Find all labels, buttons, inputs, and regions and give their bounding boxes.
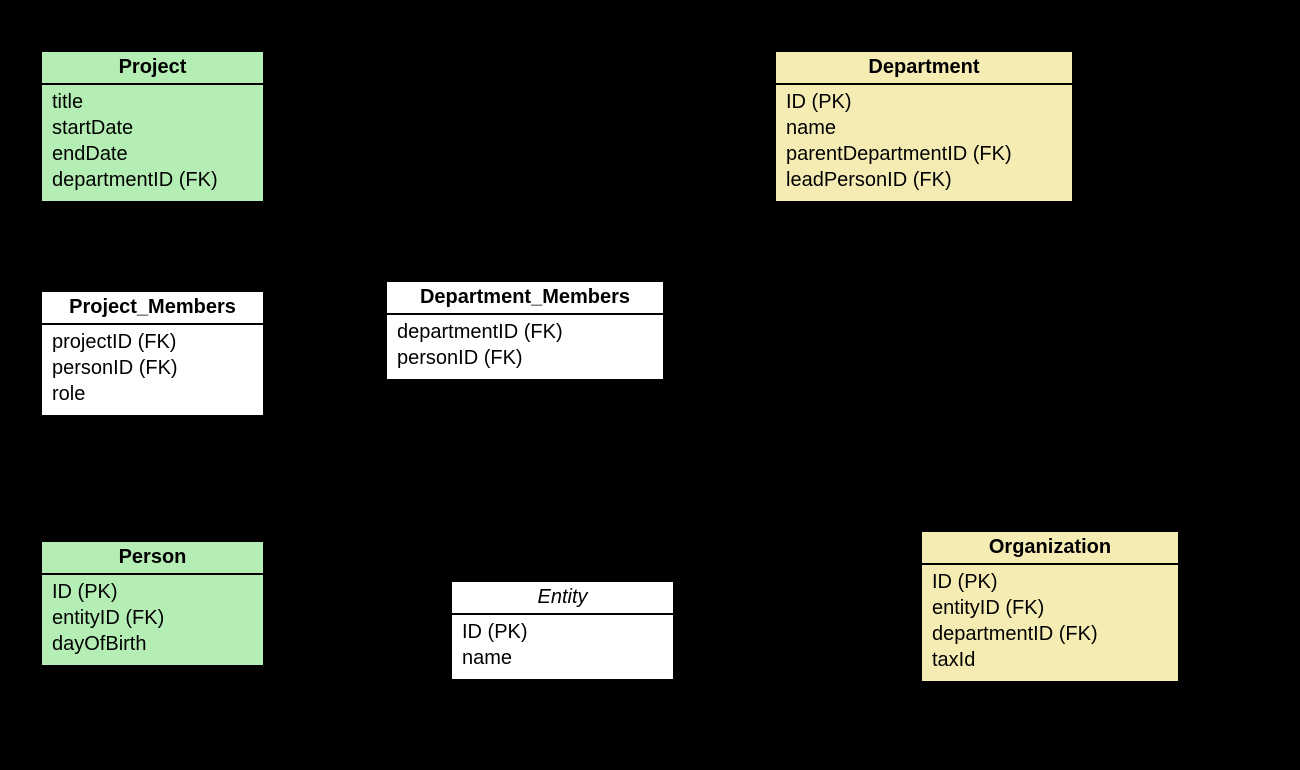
entity-entity: Entity ID (PK) name bbox=[450, 580, 675, 681]
attr: ID (PK) bbox=[932, 569, 1168, 595]
entity-department-members-attrs: departmentID (FK) personID (FK) bbox=[387, 315, 663, 379]
entity-project-members-attrs: projectID (FK) personID (FK) role bbox=[42, 325, 263, 415]
attr: taxId bbox=[932, 647, 1168, 673]
attr: ID (PK) bbox=[52, 579, 253, 605]
attr: startDate bbox=[52, 115, 253, 141]
attr: name bbox=[786, 115, 1062, 141]
entity-person-title: Person bbox=[42, 542, 263, 575]
attr: leadPersonID (FK) bbox=[786, 167, 1062, 193]
attr: ID (PK) bbox=[462, 619, 663, 645]
attr: dayOfBirth bbox=[52, 631, 253, 657]
entity-person-attrs: ID (PK) entityID (FK) dayOfBirth bbox=[42, 575, 263, 665]
attr: departmentID (FK) bbox=[52, 167, 253, 193]
entity-project: Project title startDate endDate departme… bbox=[40, 50, 265, 203]
entity-department-members-title: Department_Members bbox=[387, 282, 663, 315]
attr: departmentID (FK) bbox=[397, 319, 653, 345]
entity-department-attrs: ID (PK) name parentDepartmentID (FK) lea… bbox=[776, 85, 1072, 201]
entity-person: Person ID (PK) entityID (FK) dayOfBirth bbox=[40, 540, 265, 667]
attr: name bbox=[462, 645, 663, 671]
entity-organization-title: Organization bbox=[922, 532, 1178, 565]
attr: entityID (FK) bbox=[932, 595, 1168, 621]
entity-project-attrs: title startDate endDate departmentID (FK… bbox=[42, 85, 263, 201]
attr: personID (FK) bbox=[52, 355, 253, 381]
entity-project-members: Project_Members projectID (FK) personID … bbox=[40, 290, 265, 417]
entity-project-title: Project bbox=[42, 52, 263, 85]
entity-entity-attrs: ID (PK) name bbox=[452, 615, 673, 679]
attr: parentDepartmentID (FK) bbox=[786, 141, 1062, 167]
attr: entityID (FK) bbox=[52, 605, 253, 631]
entity-organization: Organization ID (PK) entityID (FK) depar… bbox=[920, 530, 1180, 683]
attr: personID (FK) bbox=[397, 345, 653, 371]
entity-project-members-title: Project_Members bbox=[42, 292, 263, 325]
entity-department-members: Department_Members departmentID (FK) per… bbox=[385, 280, 665, 381]
entity-department-title: Department bbox=[776, 52, 1072, 85]
attr: projectID (FK) bbox=[52, 329, 253, 355]
attr: ID (PK) bbox=[786, 89, 1062, 115]
attr: endDate bbox=[52, 141, 253, 167]
attr: role bbox=[52, 381, 253, 407]
entity-department: Department ID (PK) name parentDepartment… bbox=[774, 50, 1074, 203]
entity-entity-title: Entity bbox=[452, 582, 673, 615]
entity-organization-attrs: ID (PK) entityID (FK) departmentID (FK) … bbox=[922, 565, 1178, 681]
attr: departmentID (FK) bbox=[932, 621, 1168, 647]
attr: title bbox=[52, 89, 253, 115]
